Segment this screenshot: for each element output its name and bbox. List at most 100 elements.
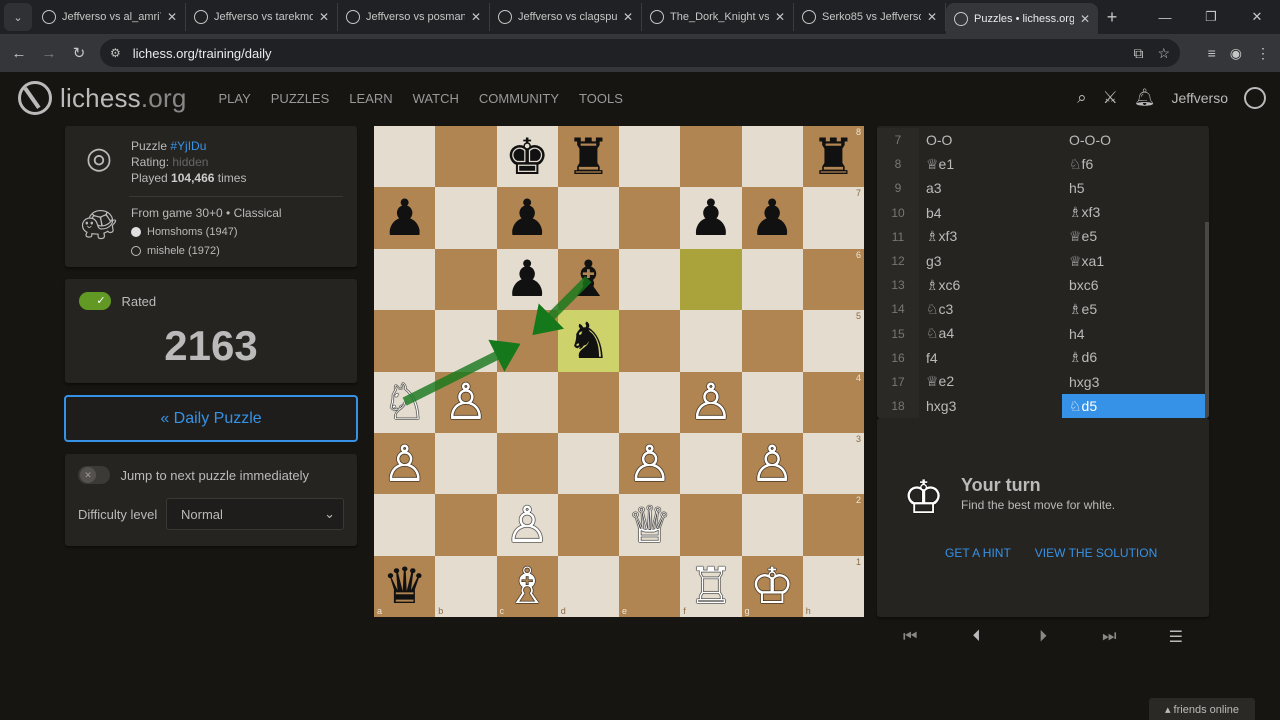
square-h5[interactable]: 5: [802, 310, 864, 372]
square-d2[interactable]: [557, 494, 619, 556]
nav-item-learn[interactable]: LEARN: [339, 91, 402, 106]
black-player[interactable]: mishele (1972): [131, 243, 282, 259]
square-a5[interactable]: [374, 310, 436, 372]
nav-item-puzzles[interactable]: PUZZLES: [261, 91, 340, 106]
black-piece[interactable]: ♞: [566, 316, 611, 366]
browser-tab[interactable]: Serko85 vs Jeffverso ✕: [794, 3, 946, 31]
menu-icon[interactable]: ☰: [1156, 627, 1196, 647]
first-move-icon[interactable]: ⏮: [890, 628, 930, 646]
square-f1[interactable]: ♖ f: [680, 555, 742, 617]
square-f4[interactable]: ♙: [680, 371, 742, 433]
white-piece[interactable]: ♙: [627, 439, 672, 489]
nav-item-tools[interactable]: TOOLS: [569, 91, 633, 106]
square-h7[interactable]: 7: [802, 187, 864, 249]
square-c7[interactable]: ♟: [496, 187, 558, 249]
square-b2[interactable]: [435, 494, 497, 556]
tab-close-icon[interactable]: ✕: [471, 10, 481, 24]
white-move[interactable]: b4: [919, 201, 1062, 225]
install-app-icon[interactable]: ⧉: [1133, 45, 1143, 62]
square-e7[interactable]: [619, 187, 681, 249]
square-b3[interactable]: [435, 432, 497, 495]
white-piece[interactable]: ♔: [750, 561, 795, 611]
square-g7[interactable]: ♟: [741, 187, 803, 249]
black-move[interactable]: ♕xa1: [1062, 249, 1205, 273]
white-move[interactable]: ♗xc6: [919, 273, 1062, 297]
black-piece[interactable]: ♟: [505, 254, 550, 304]
view-solution-button[interactable]: VIEW THE SOLUTION: [1035, 546, 1157, 560]
browser-tab[interactable]: Jeffverso vs tarekmo ✕: [186, 3, 338, 31]
challenges-icon[interactable]: ⚔: [1103, 88, 1118, 108]
square-f5[interactable]: [680, 310, 742, 372]
back-icon[interactable]: ←: [4, 45, 34, 62]
jump-next-toggle[interactable]: [78, 466, 110, 484]
white-piece[interactable]: ♘: [382, 377, 427, 427]
black-piece[interactable]: ♜: [811, 132, 856, 182]
black-move[interactable]: ♗xf3: [1062, 201, 1205, 225]
white-move[interactable]: g3: [919, 249, 1062, 273]
square-b8[interactable]: [435, 126, 497, 188]
square-f8[interactable]: [680, 126, 742, 188]
tab-close-icon[interactable]: ✕: [319, 10, 329, 24]
square-a2[interactable]: [374, 494, 436, 556]
square-e5[interactable]: [619, 310, 681, 372]
square-g2[interactable]: [741, 494, 803, 556]
square-f3[interactable]: [680, 432, 742, 495]
white-move[interactable]: ♕e2: [919, 370, 1062, 394]
black-move[interactable]: ♗e5: [1062, 297, 1205, 321]
black-move[interactable]: ♘d5: [1062, 394, 1205, 418]
new-tab-button[interactable]: +: [1098, 3, 1126, 31]
square-d6[interactable]: ♝: [557, 248, 619, 311]
browser-tab[interactable]: Jeffverso vs posman6 ✕: [338, 3, 490, 31]
square-b7[interactable]: [435, 187, 497, 249]
browser-tab[interactable]: Jeffverso vs al_amri7 ✕: [34, 3, 186, 31]
address-bar[interactable]: ⚙ lichess.org/training/daily ⧉ ☆: [100, 39, 1180, 67]
bookmark-star-icon[interactable]: ☆: [1157, 45, 1170, 62]
tab-search-button[interactable]: ⌄: [4, 3, 32, 31]
square-f6[interactable]: [680, 248, 742, 311]
forward-icon[interactable]: →: [34, 45, 64, 62]
square-e2[interactable]: ♕: [619, 494, 681, 556]
square-a4[interactable]: ♘: [374, 371, 436, 433]
square-a3[interactable]: ♙: [374, 432, 436, 495]
black-piece[interactable]: ♛: [382, 561, 427, 611]
square-b1[interactable]: b: [435, 555, 497, 617]
square-c5[interactable]: [496, 310, 558, 372]
square-c3[interactable]: [496, 432, 558, 495]
white-move[interactable]: a3: [919, 176, 1062, 200]
white-player[interactable]: Homshoms (1947): [131, 224, 282, 240]
nav-item-play[interactable]: PLAY: [208, 91, 260, 106]
square-c1[interactable]: ♗ c: [496, 555, 558, 617]
black-piece[interactable]: ♟: [505, 193, 550, 243]
tab-close-icon[interactable]: ✕: [775, 10, 785, 24]
tab-close-icon[interactable]: ✕: [1080, 12, 1090, 26]
square-d1[interactable]: d: [557, 555, 619, 617]
square-a7[interactable]: ♟: [374, 187, 436, 249]
user-menu[interactable]: Jeffverso: [1171, 90, 1228, 106]
square-g6[interactable]: [741, 248, 803, 311]
square-g5[interactable]: [741, 310, 803, 372]
white-piece[interactable]: ♙: [382, 439, 427, 489]
square-b6[interactable]: [435, 248, 497, 311]
white-piece[interactable]: ♙: [688, 377, 733, 427]
black-move[interactable]: ♕e5: [1062, 225, 1205, 249]
square-c8[interactable]: ♚: [496, 126, 558, 188]
black-move[interactable]: O-O-O: [1062, 128, 1205, 152]
close-window-icon[interactable]: ✕: [1234, 9, 1280, 25]
square-d5[interactable]: ♞: [557, 310, 619, 372]
friends-online-button[interactable]: ▴ friends online: [1149, 698, 1255, 720]
square-g4[interactable]: [741, 371, 803, 433]
black-move[interactable]: ♗d6: [1062, 346, 1205, 370]
get-hint-button[interactable]: GET A HINT: [945, 546, 1011, 560]
tab-close-icon[interactable]: ✕: [927, 10, 937, 24]
black-move[interactable]: h5: [1062, 176, 1205, 200]
daily-puzzle-button[interactable]: « Daily Puzzle: [64, 395, 358, 442]
square-g1[interactable]: ♔ g: [741, 555, 803, 617]
square-h1[interactable]: 1h: [802, 555, 864, 617]
media-icon[interactable]: ≡: [1208, 45, 1216, 61]
site-logo[interactable]: lichess.org: [18, 81, 186, 115]
square-c4[interactable]: [496, 371, 558, 433]
nav-item-watch[interactable]: WATCH: [403, 91, 469, 106]
black-piece[interactable]: ♚: [505, 132, 550, 182]
browser-tab[interactable]: The_Dork_Knight vs J ✕: [642, 3, 794, 31]
browser-tab[interactable]: Jeffverso vs clagspuz ✕: [490, 3, 642, 31]
